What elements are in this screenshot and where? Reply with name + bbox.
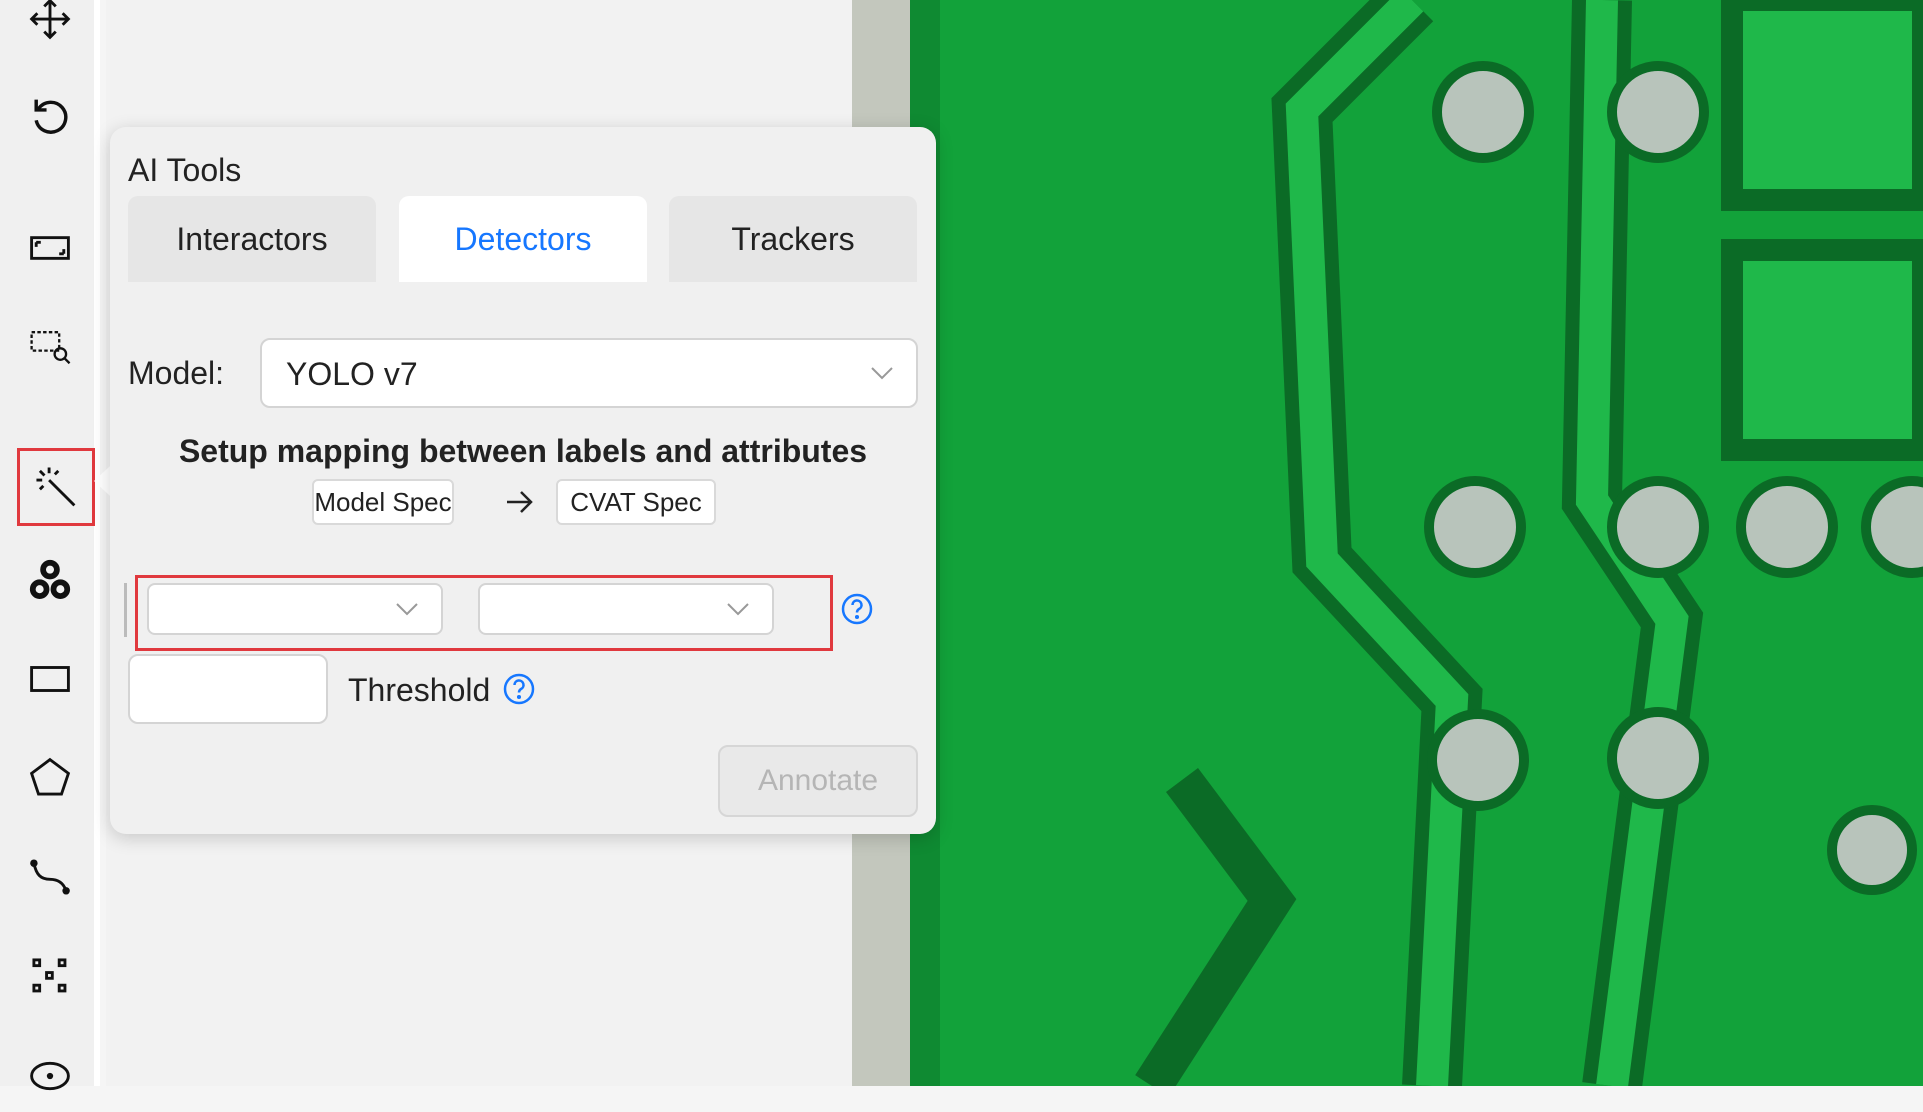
zoom-region-icon <box>30 331 71 365</box>
arrow-right-icon <box>507 491 533 513</box>
ai-tools-icon <box>36 467 76 507</box>
polygon-tool[interactable] <box>14 742 86 814</box>
ellipse-icon <box>30 1061 70 1091</box>
model-label-select[interactable] <box>147 583 443 635</box>
fit-image-tool[interactable] <box>14 212 86 284</box>
canvas-image[interactable] <box>852 0 1923 1086</box>
ellipse-tool[interactable] <box>14 1040 86 1112</box>
polyline-tool[interactable] <box>14 841 86 913</box>
zoom-region-tool[interactable] <box>14 310 86 382</box>
polyline-icon <box>30 859 70 895</box>
ai-tools-panel: AI Tools Interactors Detectors Trackers … <box>110 127 936 834</box>
tab-interactors[interactable]: Interactors <box>128 196 376 282</box>
threshold-input[interactable] <box>128 654 328 724</box>
tab-detectors[interactable]: Detectors <box>399 196 647 282</box>
cvat-label-select[interactable] <box>478 583 774 635</box>
pcb-image <box>852 0 1923 1086</box>
ai-tools-tool[interactable] <box>17 448 95 526</box>
rotate-tool[interactable] <box>14 82 86 154</box>
mapping-title: Setup mapping between labels and attribu… <box>178 433 868 469</box>
popover-arrow <box>94 466 110 496</box>
model-label: Model: <box>128 355 225 391</box>
cvat-spec-tag: CVAT Spec <box>556 479 716 525</box>
polygon-icon <box>29 757 71 796</box>
fit-image-icon <box>30 236 70 260</box>
model-select-value: YOLO v7 <box>286 356 418 392</box>
points-tool[interactable] <box>14 940 86 1012</box>
tab-trackers[interactable]: Trackers <box>669 196 917 282</box>
left-toolbar <box>0 0 100 1091</box>
threshold-help-icon[interactable] <box>502 672 536 706</box>
chevron-down-icon <box>396 603 418 616</box>
points-icon <box>32 958 67 993</box>
opencv-tool[interactable] <box>14 544 86 616</box>
rectangle-icon <box>30 666 70 692</box>
mapping-row-divider <box>124 583 127 637</box>
move-tool[interactable] <box>14 0 86 55</box>
annotate-button[interactable]: Annotate <box>718 745 918 817</box>
move-icon <box>29 0 71 40</box>
threshold-label: Threshold <box>348 672 491 708</box>
opencv-icon <box>29 559 71 599</box>
panel-title: AI Tools <box>128 152 242 188</box>
chevron-down-icon <box>871 367 893 380</box>
model-spec-tag: Model Spec <box>312 479 454 525</box>
rectangle-tool[interactable] <box>14 643 86 715</box>
mapping-help-icon[interactable] <box>840 592 874 626</box>
chevron-down-icon <box>727 603 749 616</box>
rotate-icon <box>34 99 68 134</box>
model-select[interactable]: YOLO v7 <box>260 338 918 408</box>
